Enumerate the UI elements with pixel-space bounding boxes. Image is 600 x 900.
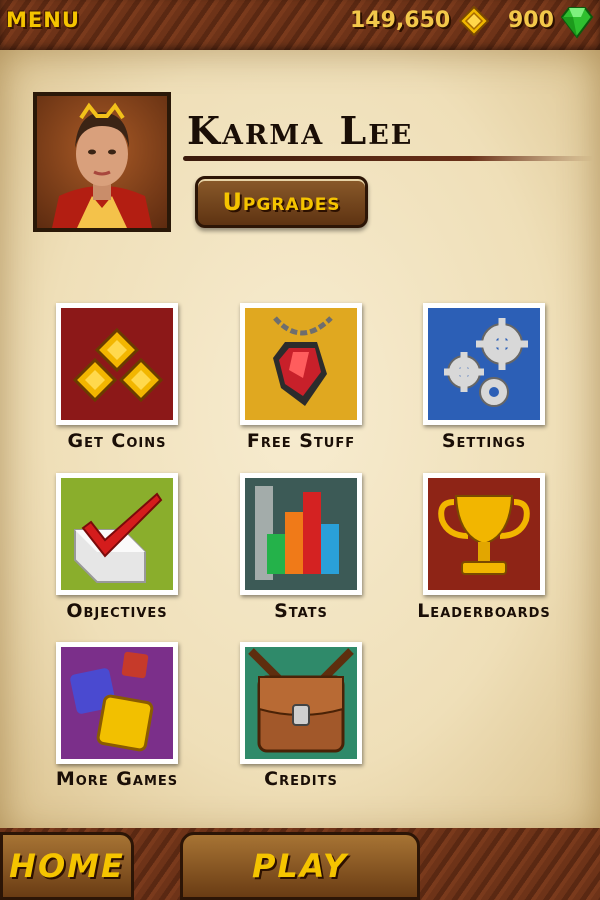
- coin-count: 149,650: [350, 8, 451, 33]
- play-label: PLAY: [251, 847, 349, 885]
- satchel-icon: [245, 647, 357, 759]
- avatar[interactable]: [33, 92, 171, 232]
- name-divider: [183, 156, 593, 161]
- stats-label: Stats: [274, 600, 328, 622]
- get-coins-label: Get Coins: [67, 430, 167, 452]
- menu-button[interactable]: MENU: [6, 8, 80, 32]
- more-games-label: More Games: [55, 768, 179, 790]
- ruby-amulet-icon: [245, 308, 357, 420]
- upgrades-label: Upgrades: [222, 188, 341, 216]
- game-blocks-icon: [61, 647, 173, 759]
- free-stuff-label: Free Stuff: [246, 430, 356, 452]
- settings-tile[interactable]: [423, 303, 545, 425]
- bar-chart-icon: [245, 478, 357, 590]
- home-label: HOME: [9, 847, 125, 885]
- get-coins-tile[interactable]: [56, 303, 178, 425]
- home-button[interactable]: HOME: [0, 832, 134, 900]
- settings-label: Settings: [441, 430, 527, 452]
- free-stuff-tile[interactable]: [240, 303, 362, 425]
- credits-tile[interactable]: [240, 642, 362, 764]
- credits-label: Credits: [264, 768, 338, 790]
- leaderboards-tile[interactable]: [423, 473, 545, 595]
- character-portrait-icon: [52, 102, 152, 228]
- more-games-tile[interactable]: [56, 642, 178, 764]
- objectives-label: Objectives: [66, 600, 168, 622]
- stats-tile[interactable]: [240, 473, 362, 595]
- player-name: Karma Lee: [187, 108, 414, 153]
- upgrades-button[interactable]: Upgrades: [195, 176, 368, 228]
- objectives-tile[interactable]: [56, 473, 178, 595]
- gem-count: 900: [508, 8, 554, 33]
- leaderboards-label: Leaderboards: [417, 600, 551, 622]
- trophy-icon: [428, 478, 540, 590]
- play-button[interactable]: PLAY: [180, 832, 420, 900]
- checkmark-icon: [61, 478, 173, 590]
- coins-icon: [61, 308, 173, 420]
- green-gem-icon: [560, 7, 594, 39]
- coin-diamond-icon: [459, 6, 489, 36]
- gears-icon: [428, 308, 540, 420]
